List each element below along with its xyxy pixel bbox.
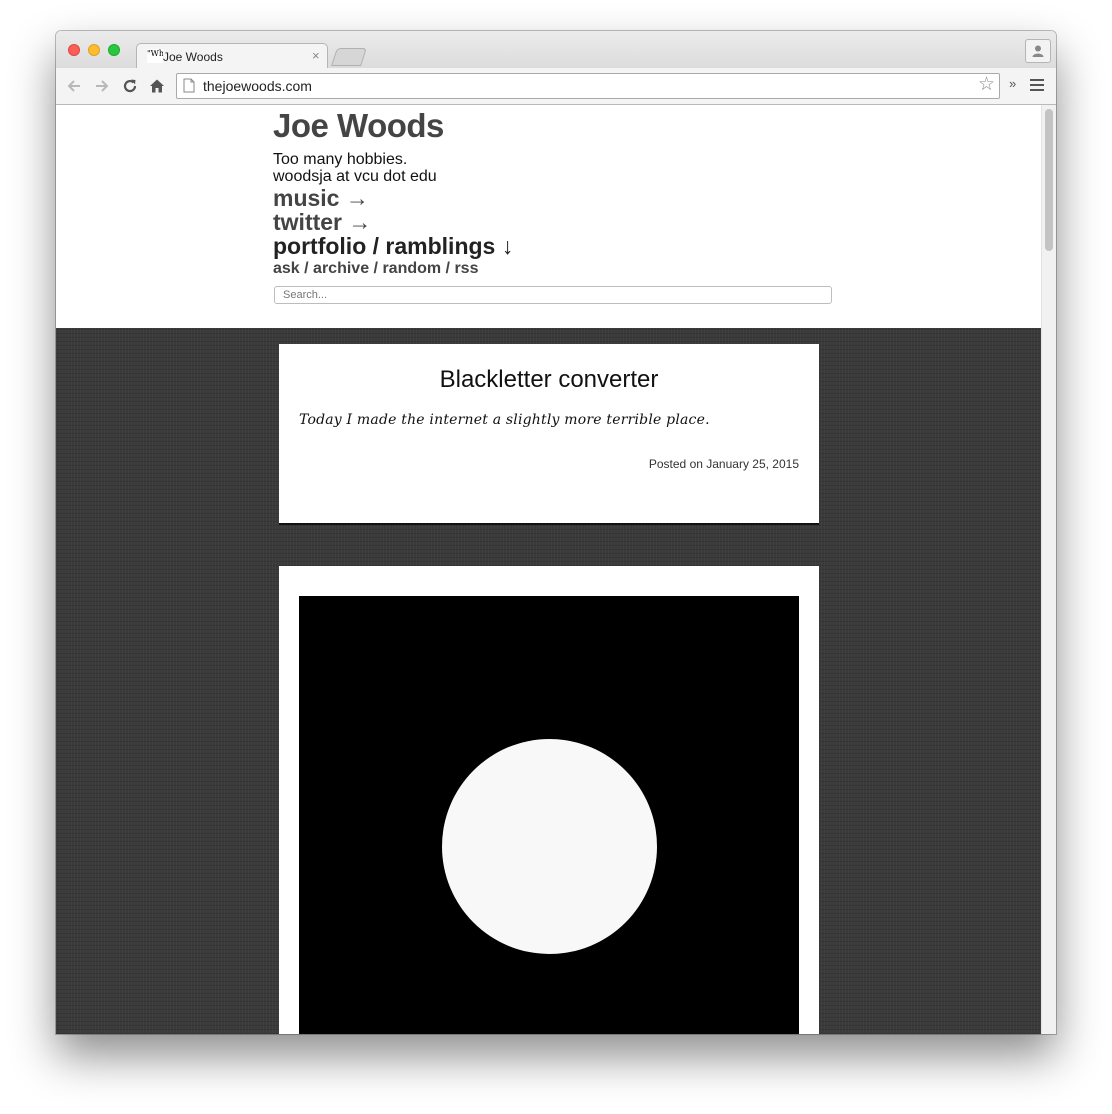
post-image[interactable] — [299, 596, 799, 1034]
zoom-window-button[interactable] — [108, 44, 120, 56]
nav-link-random[interactable]: random — [382, 260, 441, 277]
back-arrow-icon — [67, 80, 80, 92]
post-card: Blackletter converter Today I made the i… — [279, 344, 819, 523]
home-icon — [150, 79, 164, 93]
page-icon — [183, 78, 195, 93]
scrollbar-thumb[interactable] — [1045, 109, 1053, 251]
site-title[interactable]: Joe Woods — [273, 107, 444, 145]
nav-link-music[interactable]: music → — [273, 186, 369, 210]
url-text[interactable]: thejoewoods.com — [203, 78, 312, 94]
minimize-window-button[interactable] — [88, 44, 100, 56]
person-icon — [1032, 45, 1044, 57]
new-tab-button[interactable] — [331, 48, 367, 66]
nav-separator: / — [441, 260, 455, 277]
profile-button[interactable] — [1025, 39, 1051, 63]
post-body: Today I made the internet a slightly mor… — [299, 412, 710, 428]
reload-icon — [123, 79, 137, 93]
photo-post-card — [279, 566, 819, 1034]
forward-arrow-icon — [96, 80, 109, 92]
reload-button[interactable] — [120, 76, 140, 96]
contact-email: woodsja at vcu dot edu — [273, 168, 437, 185]
page-viewport: Joe Woods Too many hobbies. woodsja at v… — [56, 105, 1041, 1034]
secondary-nav: ask / archive / random / rss — [273, 260, 478, 278]
favicon-icon: "Wh — [147, 49, 163, 63]
nav-link-twitter[interactable]: twitter → — [273, 210, 371, 234]
address-bar[interactable]: thejoewoods.com ☆ — [176, 73, 1000, 99]
forward-button[interactable] — [92, 76, 112, 96]
close-window-button[interactable] — [68, 44, 80, 56]
bookmark-star-icon[interactable]: ☆ — [978, 75, 995, 95]
back-button[interactable] — [64, 76, 84, 96]
browser-toolbar: thejoewoods.com ☆ » — [56, 68, 1056, 105]
posts-area: Blackletter converter Today I made the i… — [56, 328, 1041, 1034]
tab-active[interactable]: "Wh Joe Woods × — [136, 43, 328, 70]
tab-close-icon[interactable]: × — [312, 48, 320, 63]
tab-title: Joe Woods — [163, 50, 223, 64]
hamburger-menu-icon[interactable] — [1030, 79, 1044, 94]
browser-window: "Wh Joe Woods × thejoewoods.com ☆ » Joe … — [56, 31, 1056, 1034]
tab-strip: "Wh Joe Woods × — [56, 31, 1056, 70]
post-date-link[interactable]: Posted on January 25, 2015 — [649, 457, 799, 471]
search-input[interactable] — [274, 286, 832, 304]
site-header: Joe Woods Too many hobbies. woodsja at v… — [56, 105, 1041, 328]
white-circle-graphic — [442, 739, 657, 954]
nav-link-rss[interactable]: rss — [454, 260, 478, 277]
nav-link-portfolio-ramblings[interactable]: portfolio / ramblings ↓ — [273, 234, 513, 258]
home-button[interactable] — [147, 76, 167, 96]
site-tagline: Too many hobbies. — [273, 151, 408, 168]
vertical-scrollbar[interactable] — [1041, 105, 1056, 1034]
post-title[interactable]: Blackletter converter — [279, 366, 819, 394]
extensions-overflow-icon[interactable]: » — [1009, 76, 1016, 91]
nav-separator: / — [299, 260, 314, 277]
nav-separator: / — [369, 260, 383, 277]
nav-link-ask[interactable]: ask — [273, 260, 300, 277]
nav-link-archive[interactable]: archive — [313, 260, 369, 277]
